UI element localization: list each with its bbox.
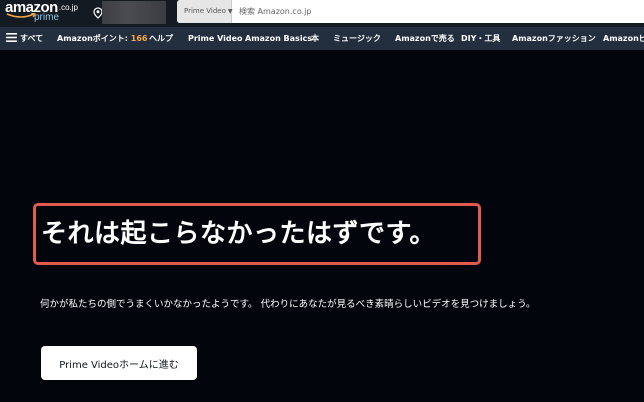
nav-item-music[interactable]: ミュージック bbox=[333, 27, 381, 50]
nav-item-diy[interactable]: DIY・工具 bbox=[461, 27, 500, 50]
search-category-select[interactable]: Prime Video ▼ bbox=[177, 0, 233, 23]
nav-item-fashion[interactable]: Amazonファッション bbox=[512, 27, 596, 50]
delivery-location[interactable] bbox=[102, 1, 166, 24]
caret-down-icon: ▼ bbox=[227, 8, 233, 15]
nav-menu-label: すべて bbox=[20, 34, 44, 43]
logo-prime: prime bbox=[34, 12, 60, 23]
nav-item-prime-video[interactable]: Prime Video bbox=[188, 27, 243, 50]
search-bar: Prime Video ▼ bbox=[177, 0, 644, 23]
error-message: 何かが私たちの側でうまくいかなかったようです。 代わりにあなたが見るべき素晴らし… bbox=[40, 299, 536, 310]
logo-tld: .co.jp bbox=[58, 3, 78, 12]
points-label: Amazonポイント: bbox=[57, 34, 131, 43]
nav-item-points[interactable]: Amazonポイント: 166 bbox=[57, 27, 147, 50]
logo-smile-icon bbox=[6, 13, 36, 18]
nav-item-books[interactable]: 本 bbox=[311, 27, 319, 50]
top-bar: amazon.co.jp prime Prime Video ▼ bbox=[0, 0, 644, 27]
prime-video-home-button[interactable]: Prime Videoホームに進む bbox=[41, 346, 197, 380]
nav-item-amazon-basics[interactable]: Amazon Basics bbox=[245, 27, 312, 50]
error-heading: それは起こらなかったはずです。 bbox=[41, 219, 436, 249]
nav-bar: すべて Amazonポイント: 166 ヘルプ Prime Video Amaz… bbox=[0, 27, 644, 50]
nav-item-sell[interactable]: Amazonで売る bbox=[395, 27, 455, 50]
search-category-label: Prime Video bbox=[184, 7, 226, 15]
nav-item-business[interactable]: Amazonビジネス bbox=[603, 27, 644, 50]
nav-item-help[interactable]: ヘルプ bbox=[149, 27, 173, 50]
hamburger-menu-icon bbox=[6, 33, 17, 42]
nav-menu-all[interactable]: すべて bbox=[6, 27, 43, 50]
points-value: 166 bbox=[130, 34, 148, 43]
search-input[interactable] bbox=[239, 0, 639, 23]
